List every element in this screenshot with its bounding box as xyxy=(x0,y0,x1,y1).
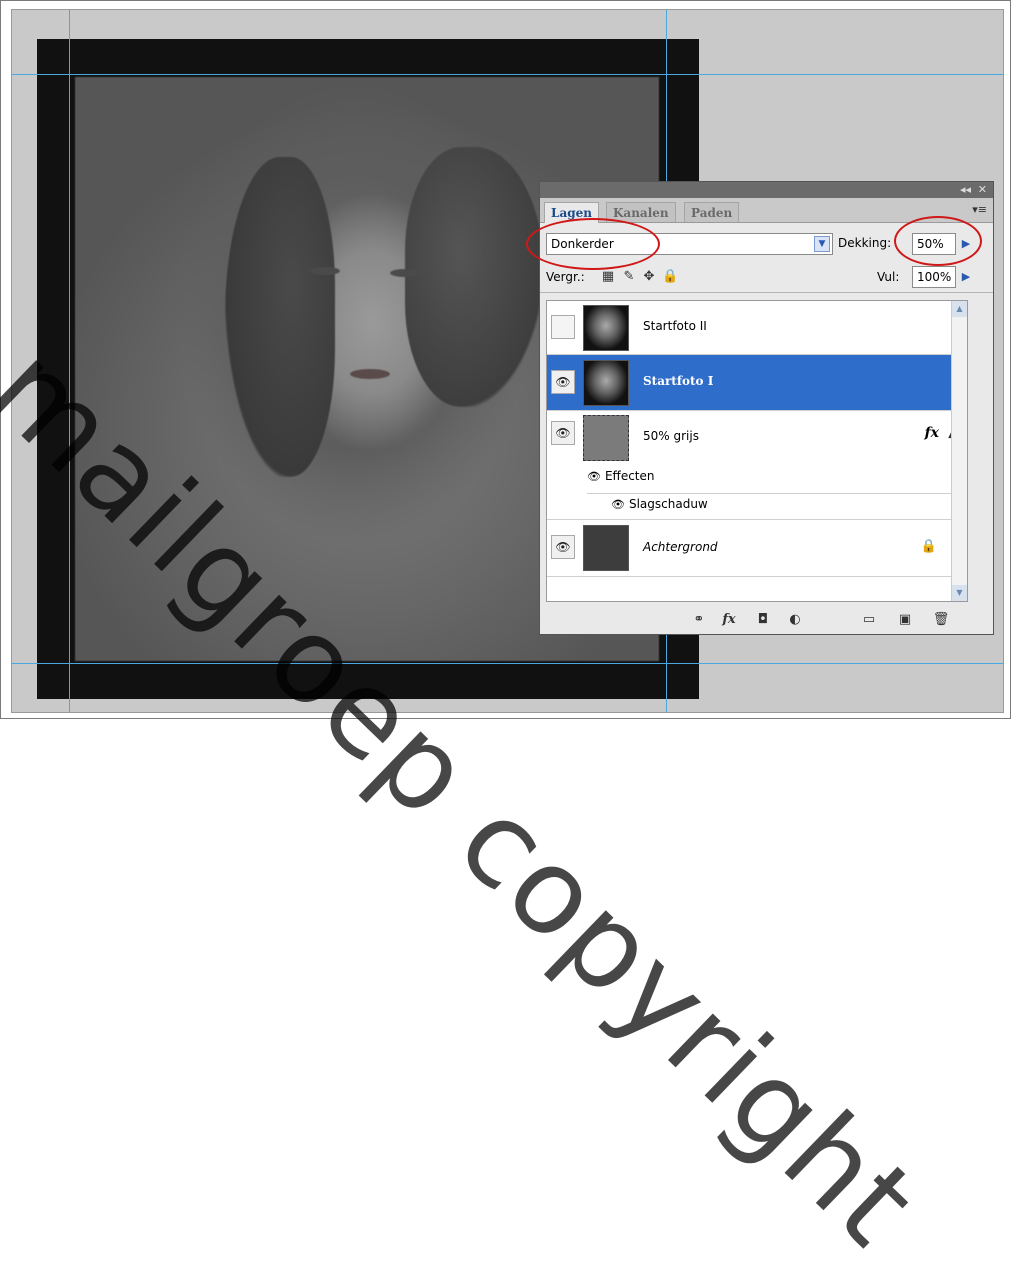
layer-name: Achtergrond xyxy=(643,540,718,554)
add-mask-icon[interactable]: ◘ xyxy=(754,612,772,627)
mouth-shape xyxy=(350,369,390,379)
layers-scrollbar[interactable]: ▲ ▼ xyxy=(951,301,967,601)
layer-thumbnail xyxy=(583,305,629,351)
guide-horizontal[interactable] xyxy=(12,663,1003,664)
opacity-label: Dekking: xyxy=(838,236,892,250)
adjustment-layer-icon[interactable]: ◐ xyxy=(786,612,804,627)
layer-row-selected[interactable]: 👁 Startfoto I xyxy=(547,355,967,411)
layer-name: 50% grijs xyxy=(643,429,699,443)
eye-shape xyxy=(310,267,340,275)
fill-field[interactable]: 100% xyxy=(912,266,956,288)
blend-mode-select[interactable]: Donkerder ▼ xyxy=(546,233,833,255)
effects-label: Effecten xyxy=(604,469,655,483)
visibility-toggle[interactable] xyxy=(551,315,575,339)
layer-name: Startfoto II xyxy=(643,319,707,333)
effect-item-row[interactable]: 👁 Slagschaduw xyxy=(611,497,708,511)
link-layers-icon[interactable]: ⚭ xyxy=(690,612,708,627)
blend-mode-value: Donkerder xyxy=(551,237,614,251)
hair-shape xyxy=(405,147,545,407)
eye-icon[interactable]: 👁 xyxy=(611,498,625,511)
layers-panel: ◂◂ ✕ Lagen Kanalen Paden ▾≡ Donkerder ▼ … xyxy=(539,181,994,635)
opacity-field[interactable]: 50% xyxy=(912,233,956,255)
layer-row[interactable]: 👁 50% grijs fx ▲ xyxy=(547,411,967,465)
guide-horizontal[interactable] xyxy=(12,74,1003,75)
eye-icon[interactable]: 👁 xyxy=(551,370,575,394)
hair-shape xyxy=(225,157,335,477)
panel-titlebar[interactable]: ◂◂ ✕ xyxy=(540,182,993,198)
opacity-slider-arrow-icon[interactable]: ▶ xyxy=(958,233,974,255)
layer-style-icon[interactable]: fx xyxy=(720,612,738,627)
new-group-icon[interactable]: ▭ xyxy=(860,612,878,627)
tab-kanalen[interactable]: Kanalen xyxy=(606,202,676,222)
fill-label: Vul: xyxy=(877,270,900,284)
guide-vertical[interactable] xyxy=(69,10,70,712)
divider xyxy=(587,493,967,494)
delete-layer-icon[interactable]: 🗑 xyxy=(932,612,950,627)
lock-image-icon[interactable]: ✎ xyxy=(622,270,636,284)
tab-paden[interactable]: Paden xyxy=(684,202,740,222)
layer-row[interactable]: 👁 Achtergrond 🔒 xyxy=(547,521,967,577)
lock-transparency-icon[interactable]: ▦ xyxy=(601,270,615,284)
layers-list: Startfoto II 👁 Startfoto I 👁 50% grijs f… xyxy=(546,300,968,602)
close-icon[interactable]: ✕ xyxy=(978,183,987,196)
lock-all-icon[interactable]: 🔒 xyxy=(662,270,678,284)
collapse-icon[interactable]: ◂◂ xyxy=(960,183,971,196)
layer-thumbnail xyxy=(583,360,629,406)
layers-bottom-toolbar: ⚭ fx ◘ ◐ ▭ ▣ 🗑 xyxy=(540,606,993,634)
chevron-down-icon[interactable]: ▼ xyxy=(814,236,830,252)
fill-slider-arrow-icon[interactable]: ▶ xyxy=(958,266,974,288)
layer-name: Startfoto I xyxy=(643,374,714,388)
eye-shape xyxy=(390,269,420,277)
scroll-down-icon[interactable]: ▼ xyxy=(952,585,967,601)
effects-row[interactable]: 👁 Effecten xyxy=(587,469,655,483)
panel-menu-icon[interactable]: ▾≡ xyxy=(972,203,987,216)
tab-lagen[interactable]: Lagen xyxy=(544,202,599,223)
blend-row: Donkerder ▼ Dekking: 50% ▶ xyxy=(540,229,993,259)
eye-icon[interactable]: 👁 xyxy=(551,421,575,445)
divider xyxy=(547,519,953,520)
lock-position-icon[interactable]: ✥ xyxy=(642,270,656,284)
layer-thumbnail xyxy=(583,415,629,461)
lock-icon: 🔒 xyxy=(920,539,937,554)
lock-row: Vergr.: ▦ ✎ ✥ 🔒 Vul: 100% ▶ xyxy=(540,264,993,293)
scroll-up-icon[interactable]: ▲ xyxy=(952,301,967,317)
eye-icon[interactable]: 👁 xyxy=(587,470,601,483)
effect-item-label: Slagschaduw xyxy=(628,497,708,511)
new-layer-icon[interactable]: ▣ xyxy=(896,612,914,627)
eye-icon[interactable]: 👁 xyxy=(551,535,575,559)
panel-tabs: Lagen Kanalen Paden ▾≡ xyxy=(540,198,993,223)
layer-thumbnail xyxy=(583,525,629,571)
fx-icon[interactable]: fx xyxy=(925,425,939,441)
lock-label: Vergr.: xyxy=(546,270,585,284)
layer-row[interactable]: Startfoto II xyxy=(547,301,967,355)
